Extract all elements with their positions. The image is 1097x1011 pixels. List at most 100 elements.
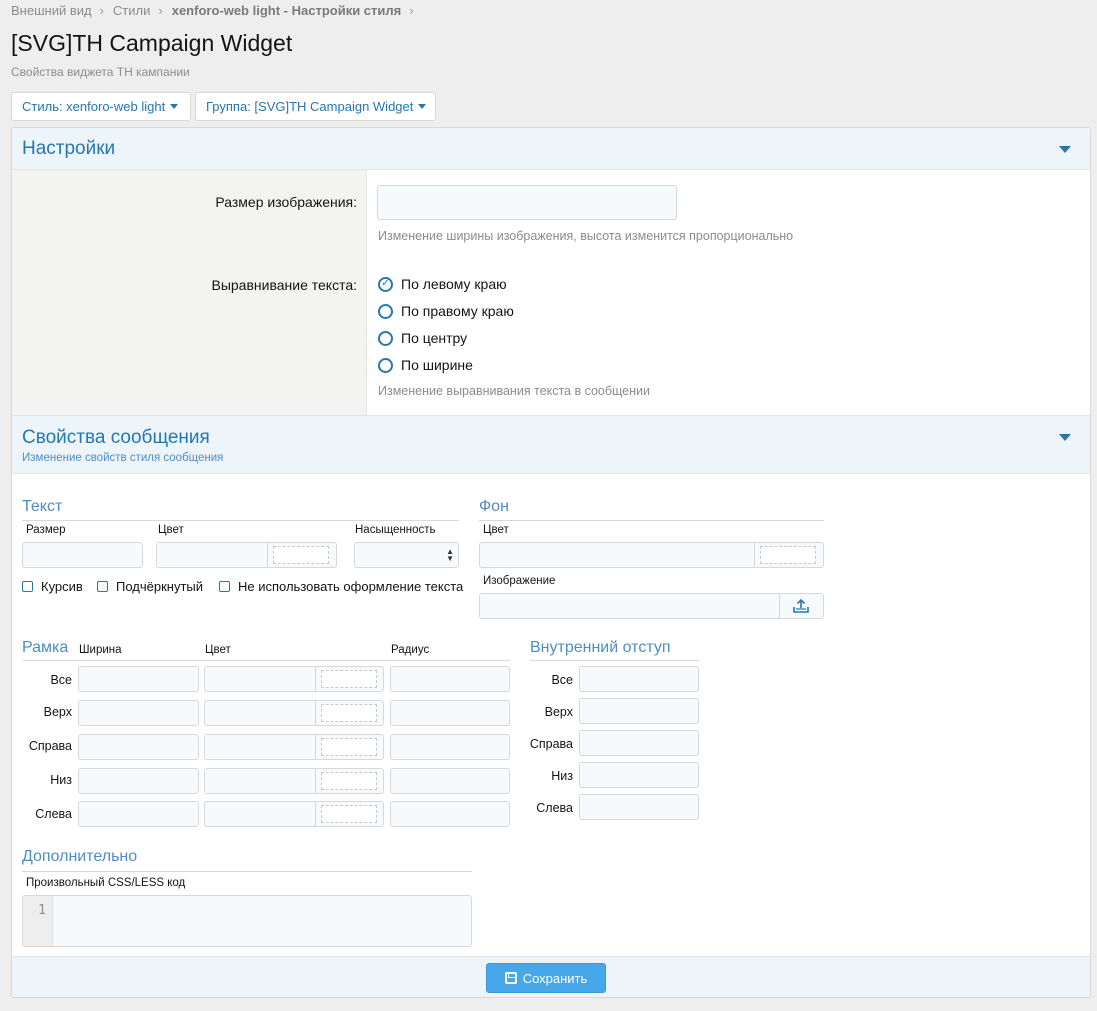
- chevron-right-icon: ›: [158, 3, 163, 18]
- chevron-right-icon: ›: [409, 3, 414, 18]
- page-title: [SVG]TH Campaign Widget: [11, 30, 293, 56]
- divider: [315, 735, 316, 759]
- save-button[interactable]: Сохранить: [486, 963, 606, 993]
- divider: [530, 660, 699, 661]
- border-row-label: Слева: [35, 807, 72, 821]
- text-align-hint: Изменение выравнивания текста в сообщени…: [378, 384, 650, 398]
- padding-row-label: Верх: [544, 705, 573, 719]
- padding-input[interactable]: [579, 762, 699, 788]
- group-filter-button[interactable]: Группа: [SVG]TH Campaign Widget: [195, 92, 436, 121]
- divider: [22, 520, 459, 521]
- padding-input[interactable]: [579, 698, 699, 724]
- bg-color-input[interactable]: [479, 542, 824, 568]
- divider: [479, 520, 824, 521]
- bg-image-label: Изображение: [483, 575, 556, 587]
- border-color-input[interactable]: [204, 734, 384, 760]
- padding-input[interactable]: [579, 794, 699, 820]
- save-button-label: Сохранить: [522, 970, 588, 986]
- breadcrumb-item[interactable]: xenforo-web light - Настройки стиля: [172, 3, 402, 18]
- chevron-right-icon: ›: [99, 3, 104, 18]
- text-align-label: Выравнивание текста:: [211, 277, 357, 293]
- border-width-input[interactable]: [78, 801, 199, 827]
- underline-checkbox[interactable]: Подчёркнутый: [97, 579, 203, 594]
- border-row-label: Низ: [50, 773, 72, 787]
- padding-input[interactable]: [579, 730, 699, 756]
- style-filter-button[interactable]: Стиль: xenforo-web light: [11, 92, 191, 121]
- divider: [267, 543, 268, 567]
- checkbox-icon: [219, 581, 230, 592]
- background-group-title: Фон: [479, 498, 509, 515]
- border-color-input[interactable]: [204, 666, 384, 692]
- breadcrumb-item[interactable]: Внешний вид: [11, 3, 92, 18]
- border-width-input[interactable]: [78, 768, 199, 794]
- extra-group-title: Дополнительно: [22, 848, 138, 865]
- italic-checkbox[interactable]: Курсив: [22, 579, 83, 594]
- caret-down-icon: [170, 104, 179, 109]
- border-radius-input[interactable]: [390, 666, 510, 692]
- radio-align-center[interactable]: По центру: [378, 330, 467, 346]
- image-size-input[interactable]: [377, 185, 677, 220]
- section-subtitle: Изменение свойств стиля сообщения: [22, 452, 224, 464]
- color-picker-swatch[interactable]: [321, 704, 377, 722]
- divider: [22, 871, 472, 872]
- color-picker-swatch[interactable]: [760, 546, 816, 564]
- border-radius-label: Радиус: [391, 644, 430, 656]
- border-width-input[interactable]: [78, 700, 199, 726]
- radio-align-left[interactable]: ✓ По левому краю: [378, 276, 507, 292]
- section-title: Настройки: [22, 138, 116, 159]
- form-footer: Сохранить: [12, 956, 1090, 997]
- divider: [315, 769, 316, 793]
- collapse-toggle-icon[interactable]: [1059, 146, 1071, 153]
- divider: [315, 802, 316, 826]
- style-filter-label: Стиль: xenforo-web light: [22, 99, 166, 114]
- radio-icon: [378, 357, 393, 373]
- border-radius-input[interactable]: [390, 700, 510, 726]
- border-row-label: Все: [50, 673, 72, 687]
- settings-form: Настройки Размер изображения: Изменение …: [11, 127, 1091, 998]
- border-radius-input[interactable]: [390, 768, 510, 794]
- border-row-label: Верх: [43, 705, 72, 719]
- color-picker-swatch[interactable]: [321, 670, 377, 688]
- bg-image-input[interactable]: [479, 593, 824, 619]
- checkbox-icon: [97, 581, 108, 592]
- border-width-input[interactable]: [78, 734, 199, 760]
- css-code-label: Произвольный CSS/LESS код: [26, 877, 186, 889]
- breadcrumb-item[interactable]: Стили: [113, 3, 150, 18]
- padding-input[interactable]: [579, 666, 699, 692]
- collapse-toggle-icon[interactable]: [1059, 434, 1071, 441]
- line-gutter: 1: [23, 896, 53, 946]
- radio-checked-icon: ✓: [378, 276, 393, 292]
- border-color-input[interactable]: [204, 768, 384, 794]
- text-weight-select[interactable]: ▲ ▼: [354, 542, 459, 568]
- bg-color-label: Цвет: [483, 524, 509, 536]
- text-size-input[interactable]: [22, 542, 143, 568]
- select-arrows-icon: ▲ ▼: [446, 547, 454, 563]
- color-picker-swatch[interactable]: [321, 738, 377, 756]
- settings-section-header[interactable]: Настройки: [12, 128, 1090, 170]
- message-props-section-header[interactable]: Свойства сообщения Изменение свойств сти…: [12, 415, 1090, 474]
- upload-icon[interactable]: [792, 598, 810, 614]
- radio-align-right[interactable]: По правому краю: [378, 303, 514, 319]
- text-color-label: Цвет: [158, 524, 184, 536]
- image-size-label: Размер изображения:: [215, 194, 357, 210]
- border-color-input[interactable]: [204, 700, 384, 726]
- color-picker-swatch[interactable]: [321, 805, 377, 823]
- css-code-editor[interactable]: 1: [22, 895, 472, 947]
- border-radius-input[interactable]: [390, 734, 510, 760]
- no-decoration-checkbox[interactable]: Не использовать оформление текста: [219, 579, 463, 594]
- caret-down-icon: [418, 104, 427, 109]
- text-color-input[interactable]: [156, 542, 337, 568]
- radio-icon: [378, 330, 393, 346]
- border-row-label: Справа: [28, 739, 72, 753]
- breadcrumb: Внешний вид › Стили › xenforo-web light …: [11, 3, 423, 18]
- border-color-input[interactable]: [204, 801, 384, 827]
- border-width-input[interactable]: [78, 666, 199, 692]
- radio-align-justify[interactable]: По ширине: [378, 357, 473, 373]
- padding-row-label: Слева: [536, 801, 573, 815]
- line-number: 1: [38, 903, 46, 918]
- divider: [315, 701, 316, 725]
- color-picker-swatch[interactable]: [273, 546, 329, 564]
- color-picker-swatch[interactable]: [321, 772, 377, 790]
- border-radius-input[interactable]: [390, 801, 510, 827]
- save-icon: [504, 972, 517, 984]
